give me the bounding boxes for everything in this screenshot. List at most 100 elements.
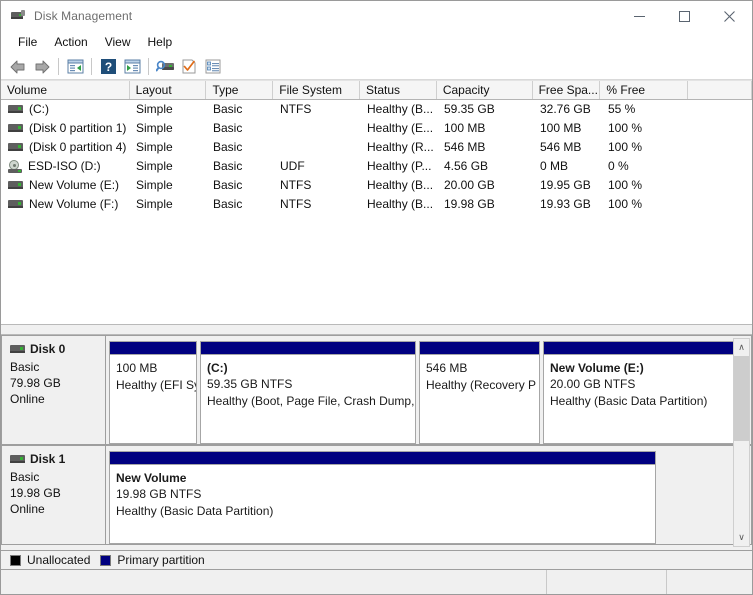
volume-cell-type: Basic [213,178,243,192]
volume-cell-volume: (Disk 0 partition 1) [1,119,130,138]
window-controls [617,1,752,31]
disk-info-panel[interactable]: Disk 1 Basic 19.98 GB Online [1,445,106,545]
minimize-button[interactable] [617,1,662,31]
volume-cell-layout: Simple [136,178,173,192]
disk-type: Basic [10,360,40,374]
partition-details: 100 MB Healthy (EFI Sy [109,354,197,444]
volume-cell-volume: ESD-ISO (D:) [1,157,130,176]
partition-name: New Volume (E:) [550,361,644,375]
back-button[interactable] [6,56,30,78]
partition-status: Healthy (Recovery P [426,378,537,392]
help-button[interactable]: ? [96,56,120,78]
properties-button[interactable] [177,56,201,78]
volume-cell-free-space: 0 MB [540,159,569,173]
menu-help[interactable]: Help [140,32,182,53]
partition-status: Healthy (Basic Data Partition) [550,394,708,408]
disk-name: Disk 0 [30,342,66,356]
disk-size: 19.98 GB [10,486,61,500]
volume-cell-volume: New Volume (E:) [1,176,130,195]
volume-cell-type: Basic [213,121,243,135]
volume-cell-type: Basic [213,159,243,173]
disk-rows-container: Disk 0 Basic 79.98 GB Online 100 MB Healthy (… [1,335,752,545]
scroll-up-arrow-icon[interactable]: ∧ [734,339,749,356]
legend-label: Primary partition [117,553,205,567]
close-button[interactable] [707,1,752,31]
disk-type: Basic [10,470,40,484]
volume-row[interactable]: (C:) Simple Basic NTFS Healthy (B... 59.35 GB… [1,100,752,119]
volume-cell-free-space: 19.93 GB [540,197,591,211]
partition-block[interactable]: 546 MB Healthy (Recovery P [419,341,540,444]
partition-block[interactable]: 100 MB Healthy (EFI Sy [109,341,197,444]
partition-status: Healthy (EFI Sy [116,378,197,392]
volume-cell-percent-free: 100 % [608,140,643,154]
disk-state: Online [10,502,45,516]
volume-label: (Disk 0 partition 1) [29,121,127,135]
partition-block[interactable]: New Volume 19.98 GB NTFS Healthy (Basic Da… [109,451,656,544]
partition-block[interactable]: (C:) 59.35 GB NTFS Healthy (Boot, Page Fil… [200,341,416,444]
volume-row[interactable]: New Volume (F:) Simple Basic NTFS Healthy (B… [1,195,752,214]
show-hide-action-pane-button[interactable] [120,56,144,78]
column-header-volume[interactable]: Volume [1,81,130,99]
menu-action[interactable]: Action [46,32,96,53]
column-header-blank[interactable] [688,81,752,99]
partition-status: Healthy (Boot, Page File, Crash Dump, [207,394,415,408]
column-header-type[interactable]: Type [206,81,274,99]
volume-row[interactable]: (Disk 0 partition 1) Simple Basic Healthy (… [1,119,752,138]
volume-cell-percent-free: 100 % [608,121,643,135]
volume-label: (C:) [29,102,49,116]
column-header-free[interactable]: % Free [600,81,689,99]
volume-cell-layout: Simple [136,197,173,211]
volume-cell-volume: New Volume (F:) [1,195,130,214]
partition-color-bar [200,341,416,354]
volume-cell-volume: (Disk 0 partition 4) [1,138,130,157]
volume-cell-free-space: 32.76 GB [540,102,591,116]
partition-color-bar [109,341,197,354]
show-hide-console-tree-button[interactable] [63,56,87,78]
column-header-status[interactable]: Status [360,81,437,99]
volume-row[interactable]: (Disk 0 partition 4) Simple Basic Healthy (… [1,138,752,157]
partition-size-filesystem: 20.00 GB NTFS [550,377,636,391]
disk-title: Disk 1 [10,452,105,466]
disk-drive-icon [10,8,26,24]
partition-size-filesystem: 100 MB [116,361,158,375]
scrollbar-thumb[interactable] [734,356,749,441]
volume-cell-layout: Simple [136,140,173,154]
column-header-file-system[interactable]: File System [273,81,361,99]
scroll-down-arrow-icon[interactable]: ∨ [734,529,749,546]
disk-name: Disk 1 [30,452,66,466]
disk-size: 79.98 GB [10,376,61,390]
partition-status: Healthy (Basic Data Partition) [116,504,274,518]
all-tasks-button[interactable] [201,56,225,78]
disk-info-panel[interactable]: Disk 0 Basic 79.98 GB Online [1,335,106,445]
partition-legend: Unallocated Primary partition [1,550,752,570]
volume-cell-status: Healthy (E... [367,121,434,135]
menu-view[interactable]: View [97,32,140,53]
menu-file[interactable]: File [10,32,46,53]
menu-bar: File Action View Help [1,31,752,54]
forward-button[interactable] [30,56,54,78]
volume-row[interactable]: New Volume (E:) Simple Basic NTFS Healthy (B… [1,176,752,195]
column-header-layout[interactable]: Layout [130,81,207,99]
volume-label: New Volume (E:) [29,178,120,192]
column-header-capacity[interactable]: Capacity [437,81,533,99]
volume-label: (Disk 0 partition 4) [29,140,127,154]
toolbar: ? [1,54,752,80]
partition-size-filesystem: 59.35 GB NTFS [207,377,293,391]
graphical-pane-scrollbar[interactable]: ∧ ∨ [733,338,750,547]
partition-block[interactable]: New Volume (E:) 20.00 GB NTFS Healthy (Bas… [543,341,737,444]
legend-label: Unallocated [27,553,91,567]
volume-row[interactable]: ESD-ISO (D:) Simple Basic UDF Healthy (P... 4… [1,157,752,176]
volume-cell-file-system: NTFS [280,197,312,211]
disk-management-window: Disk Management File Action View Help ? … [0,0,753,595]
volume-cell-layout: Simple [136,159,173,173]
pane-splitter[interactable] [1,324,752,335]
volume-cell-status: Healthy (R... [367,140,434,154]
volume-cell-file-system: UDF [280,159,305,173]
drive-icon [8,142,23,153]
column-header-free-spa[interactable]: Free Spa... [533,81,601,99]
rescan-disks-button[interactable] [153,56,177,78]
status-segment-three [666,570,752,594]
maximize-button[interactable] [662,1,707,31]
partition-details: (C:) 59.35 GB NTFS Healthy (Boot, Page Fil… [200,354,416,444]
partition-details: New Volume (E:) 20.00 GB NTFS Healthy (Bas… [543,354,737,444]
